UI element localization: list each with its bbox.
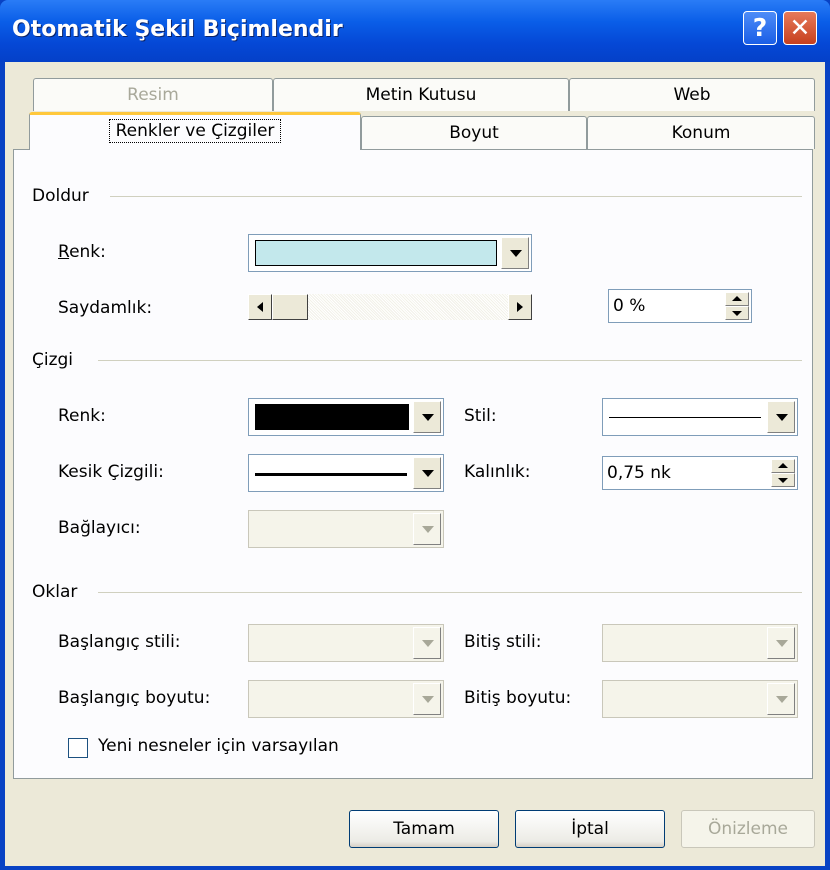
tab-resim: Resim bbox=[33, 78, 273, 111]
line-style-combo[interactable] bbox=[602, 398, 798, 436]
dialog-window: Otomatik Şekil Biçimlendir ? ✕ Resim Met… bbox=[0, 0, 830, 870]
ok-button[interactable]: Tamam bbox=[349, 810, 499, 848]
begin-style-combo bbox=[248, 624, 444, 662]
connector-label: Bağlayıcı: bbox=[58, 518, 141, 538]
line-color-label: Renk: bbox=[58, 406, 106, 426]
slider-track[interactable] bbox=[308, 294, 508, 320]
preview-button: Önizleme bbox=[681, 810, 815, 848]
line-color-combo[interactable] bbox=[248, 398, 444, 436]
tab-web[interactable]: Web bbox=[569, 78, 815, 111]
fill-color-swatch bbox=[255, 240, 497, 266]
slider-thumb[interactable] bbox=[272, 294, 308, 320]
line-style-sample bbox=[609, 417, 761, 418]
connector-combo bbox=[248, 510, 444, 548]
chevron-down-icon[interactable] bbox=[767, 401, 795, 433]
tab-renkler-ve-cizgiler[interactable]: Renkler ve Çizgiler bbox=[29, 112, 361, 150]
chevron-down-icon bbox=[767, 683, 795, 715]
spin-down-icon[interactable] bbox=[725, 306, 749, 320]
begin-size-combo bbox=[248, 680, 444, 718]
dialog-client: Resim Metin Kutusu Web Renkler ve Çizgil… bbox=[5, 62, 825, 866]
line-color-swatch bbox=[255, 404, 409, 430]
fill-group-label: Doldur bbox=[32, 186, 89, 206]
begin-size-label: Başlangıç boyutu: bbox=[58, 688, 211, 708]
chevron-down-icon[interactable] bbox=[413, 457, 441, 489]
fill-group-divider bbox=[110, 196, 802, 197]
title-bar[interactable]: Otomatik Şekil Biçimlendir ? ✕ bbox=[0, 0, 830, 62]
chevron-down-icon[interactable] bbox=[413, 401, 441, 433]
tab-panel: Doldur Renk: Saydamlık: 0 % Çizgi Renk: … bbox=[13, 149, 813, 779]
arrows-group-divider bbox=[98, 592, 802, 593]
help-button[interactable]: ? bbox=[743, 11, 777, 45]
chevron-down-icon bbox=[413, 513, 441, 545]
line-weight-value: 0,75 nk bbox=[607, 463, 671, 483]
fill-color-label: Renk: bbox=[58, 242, 106, 262]
chevron-down-icon bbox=[413, 627, 441, 659]
transparency-spinner[interactable]: 0 % bbox=[608, 289, 752, 323]
spin-down-icon[interactable] bbox=[771, 473, 795, 487]
line-style-label: Stil: bbox=[464, 406, 497, 426]
end-style-label: Bitiş stili: bbox=[464, 632, 542, 652]
end-style-combo bbox=[602, 624, 798, 662]
dashed-combo[interactable] bbox=[248, 454, 444, 492]
transparency-label: Saydamlık: bbox=[58, 298, 153, 318]
window-title: Otomatik Şekil Biçimlendir bbox=[12, 17, 343, 42]
chevron-down-icon bbox=[413, 683, 441, 715]
line-group-label: Çizgi bbox=[32, 350, 74, 370]
end-size-combo bbox=[602, 680, 798, 718]
chevron-down-icon[interactable] bbox=[501, 237, 529, 269]
line-weight-spinner[interactable]: 0,75 nk bbox=[602, 456, 798, 490]
arrows-group-label: Oklar bbox=[32, 582, 78, 602]
dashed-label: Kesik Çizgili: bbox=[58, 462, 164, 482]
default-checkbox-label[interactable]: Yeni nesneler için varsayılan bbox=[98, 736, 339, 756]
end-size-label: Bitiş boyutu: bbox=[464, 688, 572, 708]
close-button[interactable]: ✕ bbox=[783, 11, 817, 45]
transparency-value: 0 % bbox=[613, 296, 646, 316]
scroll-left-icon[interactable] bbox=[248, 294, 272, 320]
fill-color-combo[interactable] bbox=[248, 234, 532, 272]
tab-boyut[interactable]: Boyut bbox=[361, 116, 587, 149]
line-group-divider bbox=[98, 360, 802, 361]
chevron-down-icon bbox=[767, 627, 795, 659]
default-checkbox[interactable] bbox=[68, 738, 88, 758]
spin-up-icon[interactable] bbox=[725, 292, 749, 306]
spin-up-icon[interactable] bbox=[771, 459, 795, 473]
transparency-slider[interactable] bbox=[248, 294, 532, 320]
scroll-right-icon[interactable] bbox=[508, 294, 532, 320]
tab-metin-kutusu[interactable]: Metin Kutusu bbox=[273, 78, 569, 111]
line-weight-label: Kalınlık: bbox=[464, 462, 531, 482]
begin-style-label: Başlangıç stili: bbox=[58, 632, 181, 652]
tab-konum[interactable]: Konum bbox=[587, 116, 815, 149]
cancel-button[interactable]: İptal bbox=[515, 810, 665, 848]
dash-sample bbox=[255, 473, 407, 476]
